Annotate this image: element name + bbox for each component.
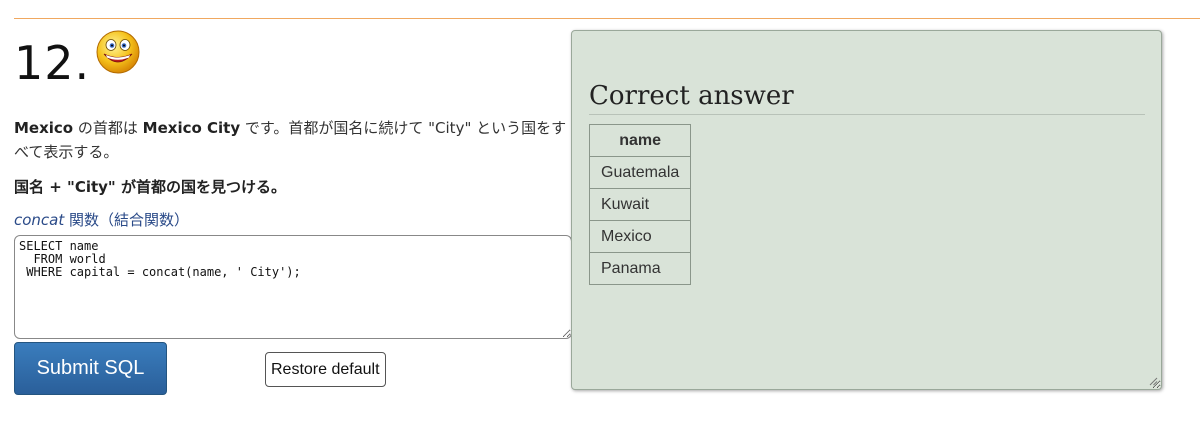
table-row: Mexico — [588, 220, 692, 253]
correct-answer-title: Correct answer — [589, 81, 1145, 115]
question-description: Mexico の首都は Mexico City です。首都が国名に続けて "Ci… — [14, 116, 574, 164]
table-cell: Panama — [588, 252, 692, 285]
question-panel: 12. Mexico の首都は Mexico City です。首都が国名に続けて… — [14, 26, 574, 398]
hint-text: 関数（結合関数） — [64, 211, 190, 229]
button-row: Submit SQL Restore default — [14, 342, 574, 398]
table-cell: Mexico — [588, 220, 692, 253]
table-header-row: name — [588, 124, 692, 157]
column-header-name: name — [588, 124, 692, 157]
function-hint: concat 関数（結合関数） — [14, 209, 574, 230]
hint-function-link[interactable]: concat — [14, 211, 64, 229]
top-divider — [14, 18, 1200, 19]
description-bold-text: Mexico City — [142, 119, 241, 137]
question-number: 12. — [14, 36, 91, 90]
question-heading: 12. — [14, 26, 574, 96]
restore-default-button[interactable]: Restore default — [265, 352, 386, 387]
task-statement: 国名 + "City" が首都の国を見つける。 — [14, 178, 286, 196]
smiley-face-icon — [96, 30, 140, 74]
description-bold-text: Mexico — [14, 119, 74, 137]
table-cell: Guatemala — [588, 156, 692, 189]
table-row: Guatemala — [588, 156, 692, 189]
table-row: Kuwait — [588, 188, 692, 221]
table-cell: Kuwait — [588, 188, 692, 221]
table-row: Panama — [588, 252, 692, 285]
submit-sql-button[interactable]: Submit SQL — [14, 342, 167, 395]
sql-editor[interactable] — [14, 235, 572, 339]
table-body: Guatemala Kuwait Mexico Panama — [588, 156, 692, 285]
description-text: の首都は — [73, 119, 143, 137]
answer-table: name Guatemala Kuwait Mexico Panama — [588, 124, 692, 285]
correct-answer-panel[interactable]: Correct answer name Guatemala Kuwait Mexic… — [571, 30, 1162, 390]
resize-grip-icon[interactable] — [1148, 376, 1158, 386]
